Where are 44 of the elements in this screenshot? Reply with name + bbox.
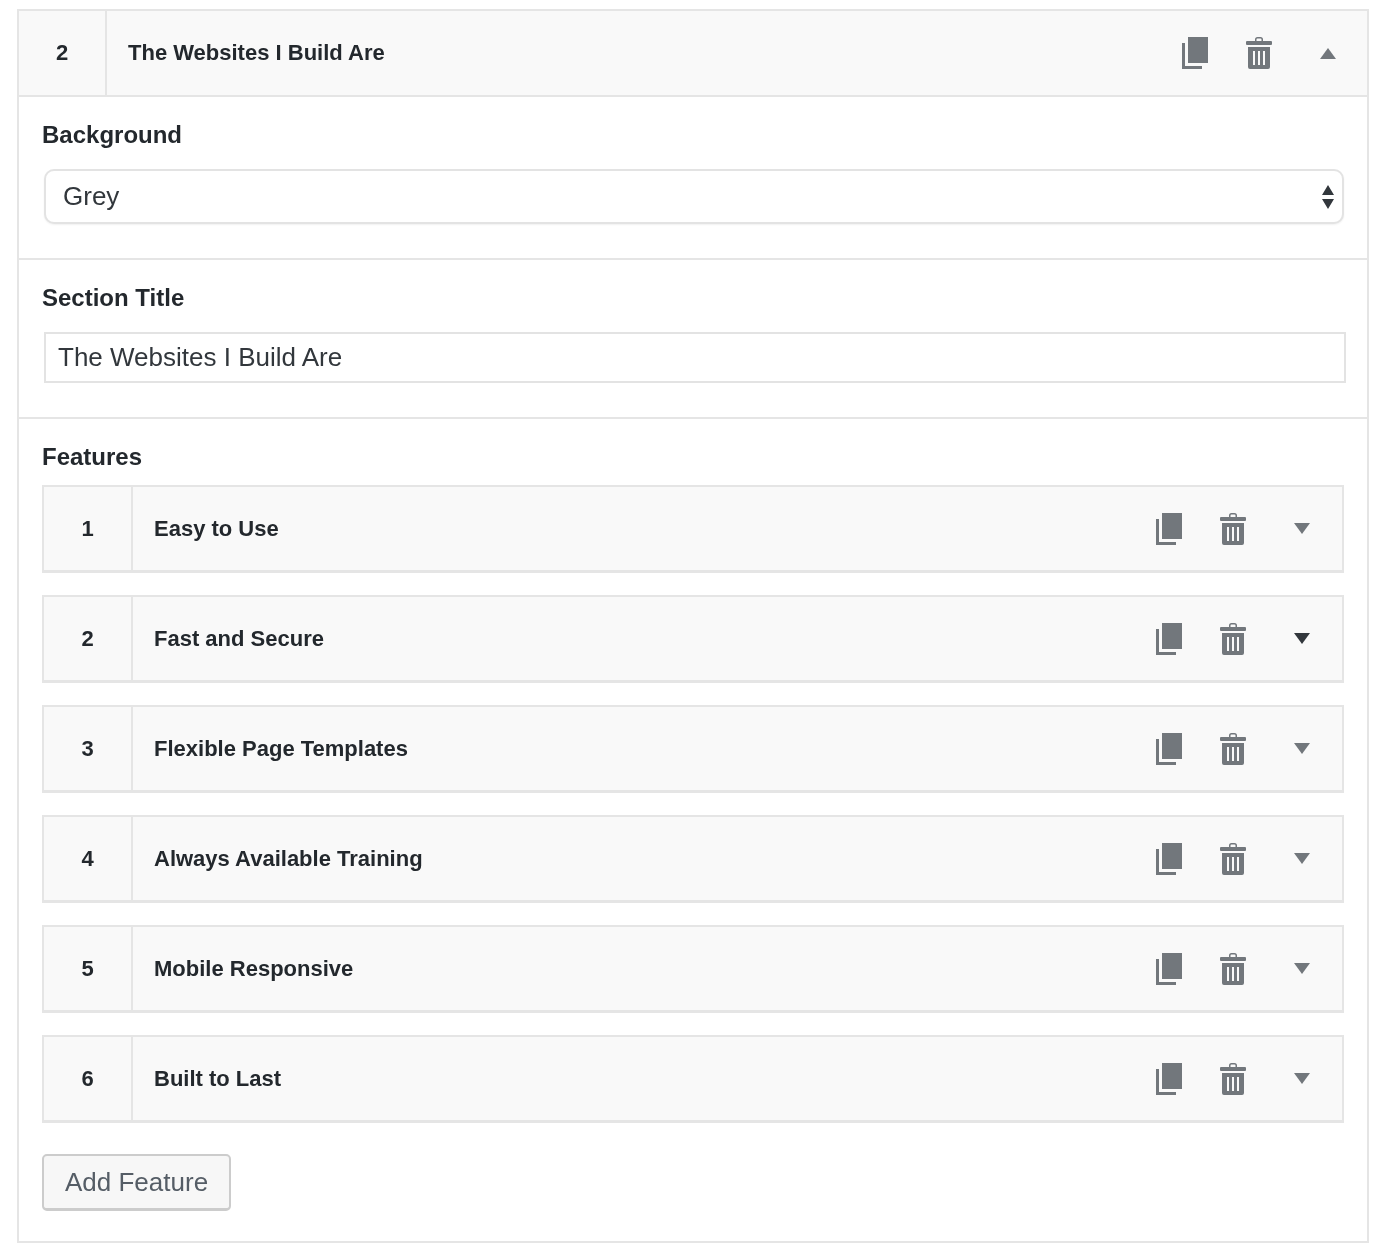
trash-icon[interactable]: [1220, 952, 1246, 985]
feature-row[interactable]: 3 Flexible Page Templates: [42, 705, 1344, 793]
trash-icon[interactable]: [1220, 1062, 1246, 1095]
field-label: Background: [42, 121, 183, 149]
feature-row[interactable]: 1 Easy to Use: [42, 485, 1344, 573]
row-number: 1: [81, 515, 94, 542]
row-number: 3: [81, 735, 94, 762]
row-number: 4: [81, 845, 94, 872]
row-number: 2: [81, 625, 94, 652]
copy-icon[interactable]: [1156, 732, 1182, 765]
section-heading: The Websites I Build Are: [127, 40, 386, 66]
field-label: Features: [42, 443, 144, 471]
caret-up-icon[interactable]: [1320, 47, 1336, 59]
row-number: 5: [81, 955, 94, 982]
trash-icon[interactable]: [1246, 37, 1272, 69]
copy-icon[interactable]: [1156, 512, 1182, 545]
text-input-field[interactable]: The Websites I Build Are: [44, 332, 1346, 383]
copy-icon[interactable]: [1156, 1062, 1182, 1095]
row-title: Mobile Responsive: [153, 955, 355, 982]
row-title: Fast and Secure: [153, 625, 325, 652]
select-field[interactable]: Grey: [44, 169, 1344, 224]
row-title: Easy to Use: [153, 515, 280, 542]
row-title: Flexible Page Templates: [153, 735, 409, 762]
trash-icon[interactable]: [1220, 622, 1246, 655]
row-title: Always Available Training: [153, 845, 424, 872]
feature-row[interactable]: 4 Always Available Training: [42, 815, 1344, 903]
trash-icon[interactable]: [1220, 512, 1246, 545]
sort-arrows-icon: [1322, 184, 1334, 209]
feature-row[interactable]: 2 Fast and Secure: [42, 595, 1344, 683]
panel-header[interactable]: 2 The Websites I Build Are: [19, 11, 1367, 97]
trash-icon[interactable]: [1220, 732, 1246, 765]
add-feature-button[interactable]: Add Feature: [42, 1154, 232, 1211]
row-number: 6: [81, 1065, 94, 1092]
field-label: Section Title: [42, 284, 186, 312]
copy-icon[interactable]: [1156, 622, 1182, 655]
caret-down-icon[interactable]: [1294, 633, 1310, 644]
feature-row[interactable]: 5 Mobile Responsive: [42, 925, 1344, 1013]
feature-row[interactable]: 6 Built to Last: [42, 1035, 1344, 1123]
copy-icon[interactable]: [1156, 842, 1182, 875]
copy-icon[interactable]: [1156, 952, 1182, 985]
section-number: 2: [55, 40, 69, 66]
copy-icon[interactable]: [1182, 37, 1208, 69]
trash-icon[interactable]: [1220, 842, 1246, 875]
row-title: Built to Last: [153, 1065, 283, 1092]
